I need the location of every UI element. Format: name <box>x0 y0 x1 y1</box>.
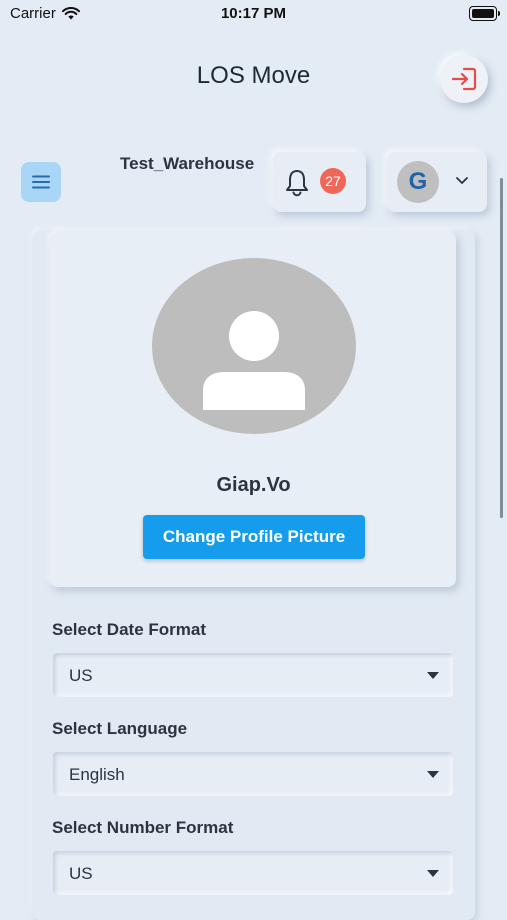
scrollbar[interactable] <box>500 178 503 518</box>
profile-username: Giap.Vo <box>216 474 291 496</box>
app-title: LOS Move <box>196 62 311 89</box>
menu-button[interactable] <box>21 162 61 202</box>
logout-icon <box>451 67 477 91</box>
number-format-value: US <box>69 864 93 883</box>
dropdown-caret-icon <box>427 870 439 877</box>
user-placeholder-icon <box>203 311 305 410</box>
change-profile-picture-button[interactable]: Change Profile Picture <box>143 515 365 559</box>
date-format-value: US <box>69 666 93 685</box>
hamburger-icon <box>32 175 50 189</box>
battery-icon <box>469 6 500 21</box>
status-bar: Carrier 10:17 PM <box>0 0 507 28</box>
avatar: G <box>397 161 439 203</box>
status-time: 10:17 PM <box>220 5 287 22</box>
notification-badge: 27 <box>320 168 346 194</box>
user-menu-button[interactable]: G <box>387 152 487 212</box>
language-value: English <box>69 765 125 784</box>
dropdown-caret-icon <box>427 771 439 778</box>
chevron-down-icon <box>456 177 468 184</box>
warehouse-name: Test_Warehouse <box>120 154 255 173</box>
profile-avatar <box>152 258 356 434</box>
language-label: Select Language <box>52 719 188 738</box>
number-format-select[interactable]: US <box>53 851 453 895</box>
date-format-select[interactable]: US <box>53 653 453 697</box>
language-select[interactable]: English <box>53 752 453 796</box>
logout-button[interactable] <box>440 55 488 103</box>
dropdown-caret-icon <box>427 672 439 679</box>
date-format-label: Select Date Format <box>52 620 206 639</box>
bell-icon <box>286 170 308 197</box>
notifications-button[interactable]: 27 <box>273 152 366 212</box>
number-format-label: Select Number Format <box>52 818 234 837</box>
